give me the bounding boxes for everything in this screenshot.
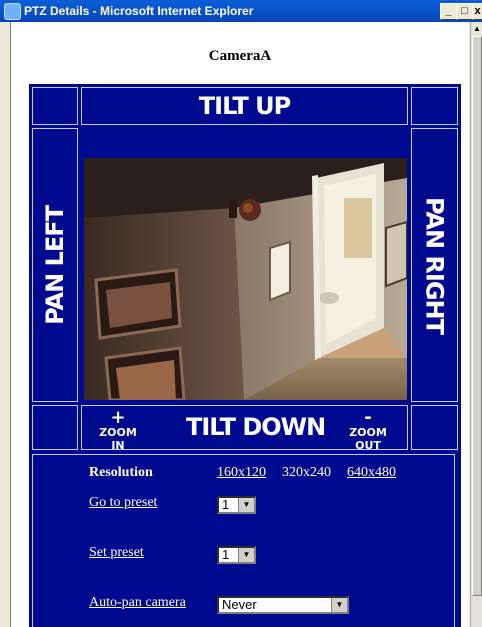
pan-left-label: PAN LEFT bbox=[41, 205, 69, 325]
window-title: PTZ Details - Microsoft Internet Explore… bbox=[24, 4, 254, 18]
autopan-link[interactable]: Auto-pan camera bbox=[89, 595, 186, 611]
vertical-scrollbar[interactable]: ▲ bbox=[470, 22, 482, 627]
chevron-down-icon: ▼ bbox=[331, 598, 347, 612]
zoom-out-label: ZOOM OUT bbox=[349, 426, 387, 452]
goto-preset-select[interactable]: 1 ▼ bbox=[217, 496, 256, 514]
goto-preset-value: 1 bbox=[222, 497, 230, 512]
scrollbar-thumb[interactable] bbox=[472, 36, 482, 596]
ie-icon bbox=[4, 3, 21, 20]
pan-left-button[interactable]: PAN LEFT bbox=[32, 128, 78, 402]
maximize-button[interactable]: □ bbox=[456, 3, 473, 20]
corner-top-right bbox=[411, 87, 458, 125]
set-preset-value: 1 bbox=[222, 547, 230, 562]
close-button[interactable]: x bbox=[472, 3, 482, 20]
autopan-value: Never bbox=[222, 597, 257, 612]
corner-top-left bbox=[32, 87, 78, 125]
minimize-button[interactable]: _ bbox=[440, 3, 457, 20]
chevron-down-icon: ▼ bbox=[238, 548, 254, 562]
zoom-in-button[interactable]: + ZOOM IN bbox=[92, 407, 144, 453]
chevron-down-icon: ▼ bbox=[238, 498, 254, 512]
window-titlebar: PTZ Details - Microsoft Internet Explore… bbox=[0, 0, 482, 22]
camera-name: CameraA bbox=[208, 48, 272, 64]
window-frame bbox=[0, 22, 11, 627]
page-content: CameraA TILT UP PAN LEFT PAN RIGHT + ZOO… bbox=[11, 22, 469, 627]
resolution-label: Resolution bbox=[89, 465, 153, 480]
ptz-panel: TILT UP PAN LEFT PAN RIGHT + ZOOM IN TIL… bbox=[29, 84, 461, 627]
tilt-down-row: + ZOOM IN TILT DOWN - ZOOM OUT bbox=[81, 405, 408, 453]
settings-panel: Resolution 160x120 320x240 640x480 Go to… bbox=[32, 454, 455, 627]
resolution-640x480-link[interactable]: 640x480 bbox=[347, 465, 396, 481]
zoom-out-button[interactable]: - ZOOM OUT bbox=[336, 407, 400, 453]
pan-right-button[interactable]: PAN RIGHT bbox=[411, 128, 458, 402]
zoom-in-symbol: + bbox=[110, 407, 126, 428]
camera-image bbox=[84, 158, 407, 400]
tilt-down-button[interactable]: TILT DOWN bbox=[186, 413, 326, 441]
corner-bottom-left bbox=[32, 405, 78, 450]
autopan-select[interactable]: Never ▼ bbox=[217, 596, 349, 614]
tilt-up-button[interactable]: TILT UP bbox=[81, 87, 408, 125]
goto-preset-link[interactable]: Go to preset bbox=[89, 495, 157, 511]
set-preset-link[interactable]: Set preset bbox=[89, 545, 144, 561]
corner-bottom-right bbox=[411, 405, 458, 450]
set-preset-select[interactable]: 1 ▼ bbox=[217, 546, 256, 564]
zoom-out-symbol: - bbox=[364, 407, 372, 428]
camera-view[interactable] bbox=[84, 158, 407, 400]
resolution-160x120-link[interactable]: 160x120 bbox=[217, 465, 266, 481]
resolution-320x240-current: 320x240 bbox=[282, 465, 331, 480]
pan-right-label: PAN RIGHT bbox=[420, 196, 449, 334]
scroll-up-icon[interactable]: ▲ bbox=[472, 24, 482, 34]
zoom-in-label: ZOOM IN bbox=[99, 426, 137, 452]
